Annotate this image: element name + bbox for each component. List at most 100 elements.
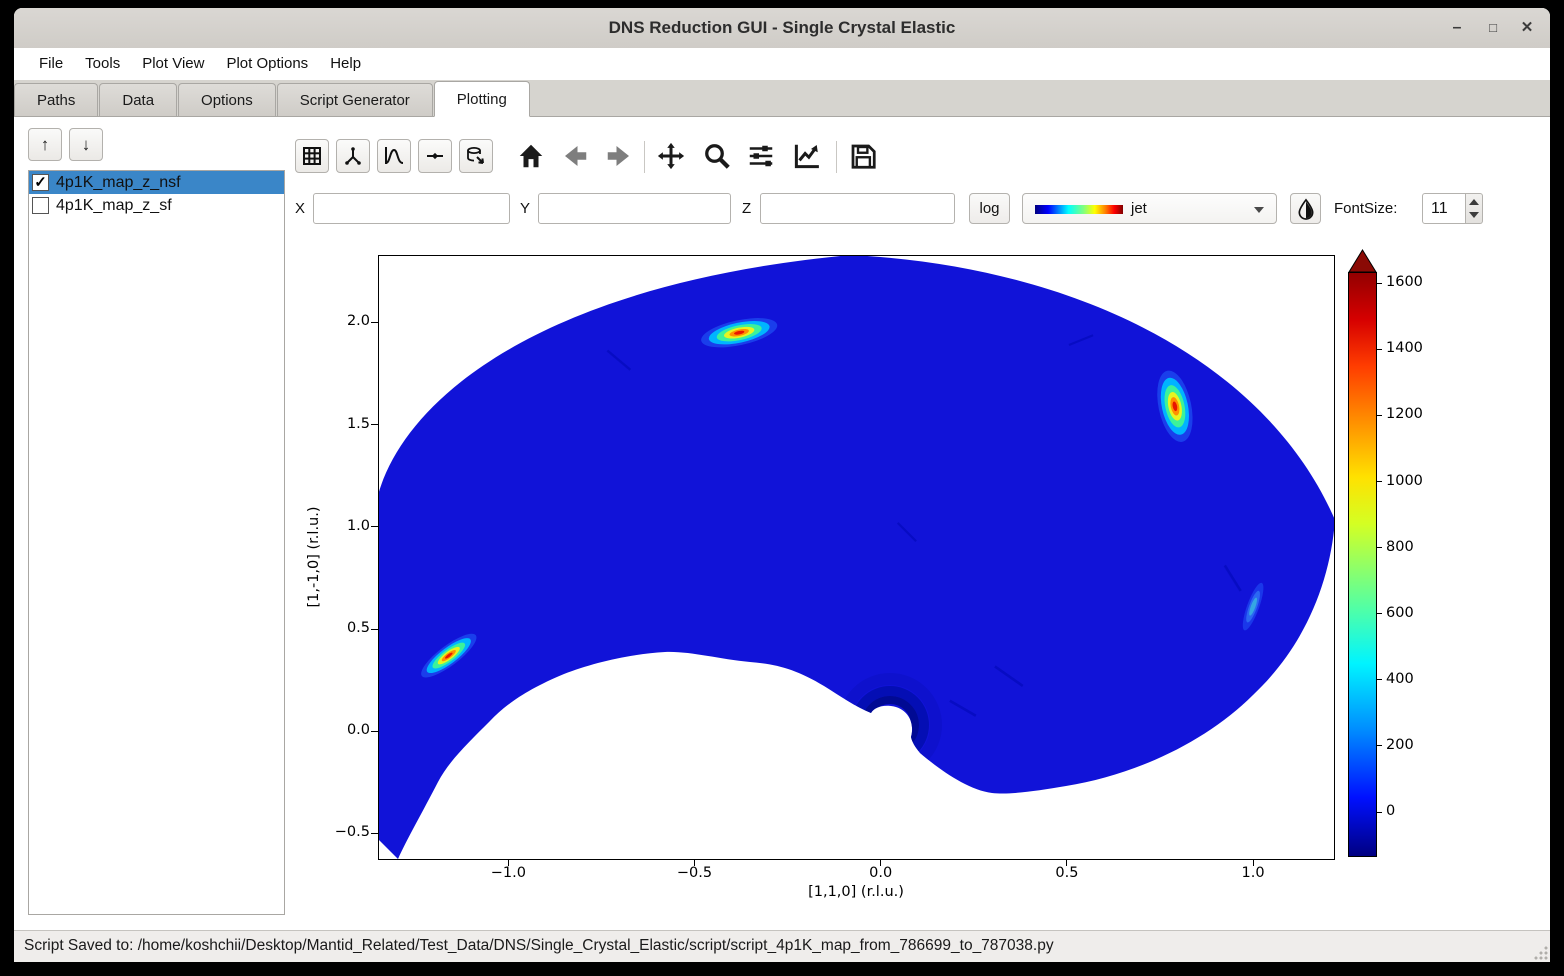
y-tick-mark [371, 629, 378, 630]
colorbar-tick-mark [1377, 613, 1382, 614]
colorbar-tick-mark [1377, 415, 1382, 416]
window-title: DNS Reduction GUI - Single Crystal Elast… [14, 8, 1550, 48]
forward-icon [604, 141, 634, 171]
title-bar[interactable]: DNS Reduction GUI - Single Crystal Elast… [14, 8, 1550, 49]
fontsize-spinner[interactable] [1466, 193, 1483, 224]
spinner-down-icon[interactable] [1469, 212, 1479, 218]
tab-data[interactable]: Data [99, 83, 177, 116]
fontsize-input[interactable]: 11 [1422, 193, 1466, 224]
fontsize-label: FontSize: [1334, 193, 1397, 224]
move-up-button[interactable]: ↑ [28, 128, 62, 161]
grid-button[interactable] [295, 139, 329, 173]
tab-plotting[interactable]: Plotting [434, 81, 530, 117]
x-tick-label: 1.0 [1223, 865, 1283, 881]
home-icon [516, 141, 546, 171]
y-tick-mark [371, 833, 378, 834]
home-button[interactable] [514, 139, 548, 173]
y-tick-label: 2.0 [310, 313, 370, 329]
y-tick-mark [371, 731, 378, 732]
zoom-button[interactable] [700, 139, 734, 173]
y-tick-mark [371, 526, 378, 527]
back-button[interactable] [558, 139, 592, 173]
toolbar-separator [836, 141, 837, 173]
menu-item-plot-view[interactable]: Plot View [131, 48, 215, 80]
colorbar-tick-mark [1377, 283, 1382, 284]
resize-grip-icon[interactable] [1534, 946, 1548, 960]
save-icon [848, 141, 878, 171]
arrow-down-icon: ↓ [82, 135, 91, 154]
colorbar-tick-mark [1377, 349, 1382, 350]
minimize-icon[interactable]: – [1440, 8, 1474, 48]
colorbar-tick-mark [1377, 679, 1382, 680]
subplots-button[interactable] [744, 139, 778, 173]
tab-script-generator[interactable]: Script Generator [277, 83, 433, 116]
projection-curve-button[interactable] [377, 139, 411, 173]
menu-item-tools[interactable]: Tools [74, 48, 131, 80]
checkbox-unchecked-icon[interactable] [32, 197, 49, 214]
menu-item-file[interactable]: File [28, 48, 74, 80]
z-axis-input[interactable] [760, 193, 955, 224]
pan-button[interactable] [654, 139, 688, 173]
maximize-icon[interactable]: □ [1476, 8, 1510, 48]
y-tick-label: 1.0 [310, 518, 370, 534]
spinner-up-icon[interactable] [1469, 199, 1479, 205]
subplots-icon [746, 141, 776, 171]
move-down-button[interactable]: ↓ [69, 128, 103, 161]
menu-bar: FileToolsPlot ViewPlot OptionsHelp [14, 48, 1550, 80]
colormap-gradient-preview [1035, 205, 1123, 214]
beamstop-shadow-rings [844, 679, 936, 771]
colorbar-tick-mark [1377, 481, 1382, 482]
x-axis-field-label: X [295, 193, 305, 224]
forward-button[interactable] [602, 139, 636, 173]
pan-icon [656, 141, 686, 171]
checkbox-checked-icon[interactable]: ✓ [32, 174, 49, 191]
invert-colormap-button[interactable] [1290, 193, 1321, 224]
colorbar-tick-label: 1000 [1386, 473, 1423, 489]
tab-bar: PathsDataOptionsScript GeneratorPlotting [14, 80, 1550, 117]
zoom-icon [702, 141, 732, 171]
x-axis-input[interactable] [313, 193, 510, 224]
triangulation-button[interactable] [336, 139, 370, 173]
colorbar-tick-label: 1200 [1386, 406, 1423, 422]
menu-item-help[interactable]: Help [319, 48, 372, 80]
colorbar-extend-arrow [1348, 249, 1377, 273]
workspace-name: 4p1K_map_z_sf [56, 197, 172, 215]
colormap-dropdown[interactable]: jet [1022, 193, 1277, 224]
tab-options[interactable]: Options [178, 83, 276, 116]
y-tick-label: 1.5 [310, 416, 370, 432]
heatmap-canvas[interactable] [378, 255, 1335, 860]
y-axis-input[interactable] [538, 193, 731, 224]
x-tick-label: −0.5 [665, 865, 725, 881]
colorbar-tick-label: 1600 [1386, 274, 1423, 290]
y-axis-field-label: Y [520, 193, 530, 224]
workspace-list: ✓4p1K_map_z_nsf 4p1K_map_z_sf [28, 170, 285, 915]
save-button[interactable] [846, 139, 880, 173]
x-tick-label: −1.0 [478, 865, 538, 881]
y-tick-mark [371, 322, 378, 323]
list-item[interactable]: ✓4p1K_map_z_nsf [29, 171, 284, 194]
y-tick-mark [371, 424, 378, 425]
back-icon [560, 141, 590, 171]
customize-button[interactable] [790, 139, 824, 173]
list-item[interactable]: 4p1K_map_z_sf [29, 194, 284, 217]
x-tick-label: 0.5 [1037, 865, 1097, 881]
z-axis-field-label: Z [742, 193, 751, 224]
colorbar-tick-label: 1400 [1386, 340, 1423, 356]
x-tick-label: 0.0 [851, 865, 911, 881]
colorbar-tick-mark [1377, 547, 1382, 548]
chevron-down-icon [1254, 207, 1264, 213]
colorbar-tick-label: 600 [1386, 605, 1414, 621]
close-icon[interactable]: ✕ [1510, 8, 1544, 48]
menu-item-plot-options[interactable]: Plot Options [215, 48, 319, 80]
customize-icon [792, 141, 822, 171]
y-tick-label: 0.0 [310, 722, 370, 738]
projection-curve-icon [382, 144, 406, 168]
export-data-button[interactable] [459, 139, 493, 173]
line-cut-button[interactable] [418, 139, 452, 173]
toolbar-separator [644, 141, 645, 173]
plotting-tab-content: ↑ ↓ ✓4p1K_map_z_nsf 4p1K_map_z_sf X Y Z l… [14, 117, 1550, 930]
colorbar [1348, 272, 1377, 857]
colorbar-tick-label: 800 [1386, 539, 1414, 555]
tab-paths[interactable]: Paths [14, 83, 98, 116]
log-button[interactable]: log [969, 193, 1010, 224]
